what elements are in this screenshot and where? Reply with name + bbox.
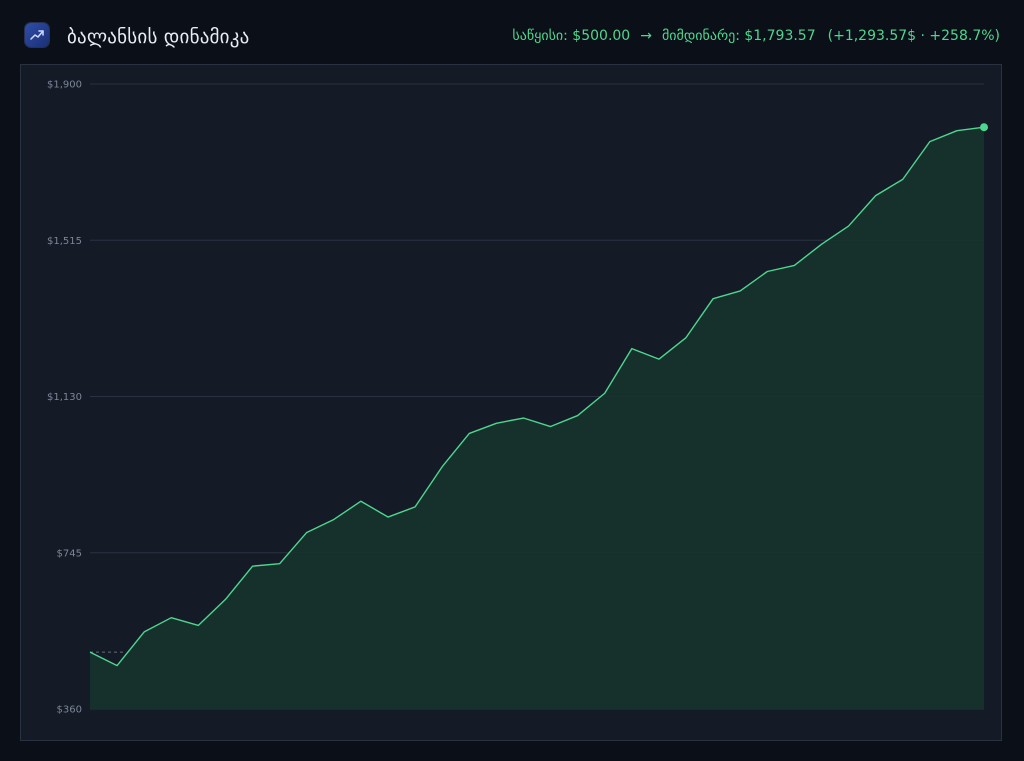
balance-summary: საწყისი: $500.00 → მიმდინარე: $1,793.57 (+1… — [512, 26, 1000, 46]
balance-area — [90, 127, 984, 709]
final-point — [980, 123, 988, 132]
start-balance: საწყისი: $500.00 — [512, 28, 631, 44]
y-tick-label: $360 — [57, 705, 82, 716]
y-tick-label: $745 — [57, 548, 82, 559]
y-tick-label: $1,515 — [47, 236, 82, 247]
page-title: ბალანსის დინამიკა — [67, 26, 250, 48]
trending-up-icon — [25, 23, 49, 47]
balance-chart: $360 $745 $1,130 $1,515 $1,900 — [47, 80, 988, 716]
chart-header: ბალანსის დინამიკა საწყისი: $500.00 → მიმდი… — [0, 0, 1024, 64]
arrow-icon: → — [640, 28, 652, 44]
chart-panel: $360 $745 $1,130 $1,515 $1,900 — [20, 64, 1002, 741]
y-tick-label: $1,900 — [47, 80, 82, 91]
y-tick-label: $1,130 — [47, 392, 82, 403]
balance-change: (+1,293.57$ · +258.7%) — [827, 28, 1000, 44]
current-balance: მიმდინარე: $1,793.57 — [661, 28, 816, 44]
